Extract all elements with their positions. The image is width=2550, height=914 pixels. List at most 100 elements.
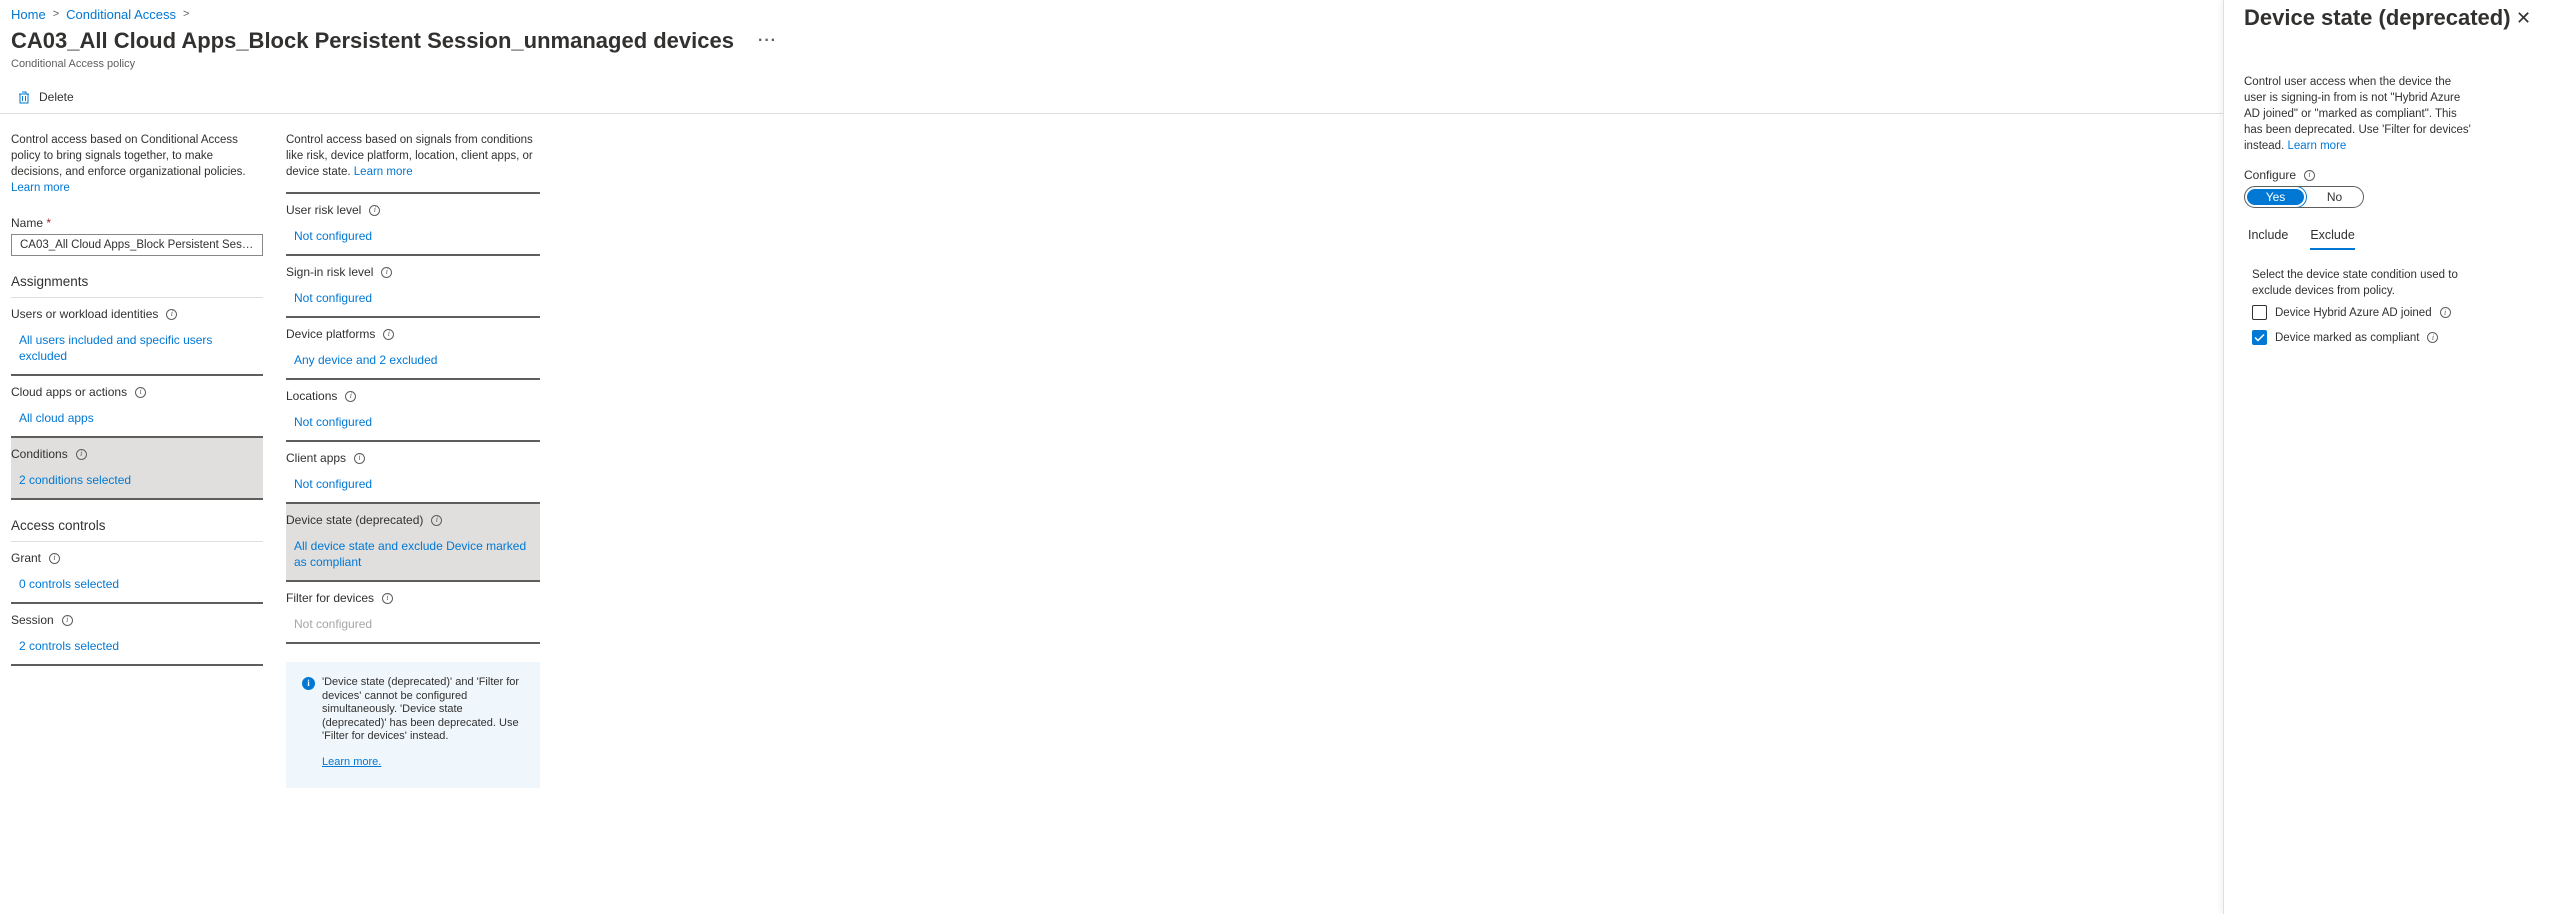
device-state-panel: Device state (deprecated) ✕ Control user… <box>2223 0 2550 914</box>
info-message: i 'Device state (deprecated)' and 'Filte… <box>286 662 540 788</box>
policy-intro: Control access based on Conditional Acce… <box>11 132 263 196</box>
info-icon[interactable]: i <box>49 552 61 564</box>
condition-user-risk[interactable]: User risk level i Not configured <box>286 194 540 256</box>
chevron-right-icon: > <box>182 8 190 20</box>
session-value-link[interactable]: 2 controls selected <box>11 638 263 654</box>
info-icon[interactable]: i <box>383 328 395 340</box>
client-apps-value-link[interactable]: Not configured <box>286 476 540 492</box>
info-icon[interactable]: i <box>135 386 147 398</box>
assignment-users[interactable]: Users or workload identities i All users … <box>11 298 263 376</box>
info-icon[interactable]: i <box>369 204 381 216</box>
exclude-description: Select the device state condition used t… <box>2252 269 2458 297</box>
toolbar: Delete <box>0 84 2223 114</box>
policy-name-input[interactable]: CA03_All Cloud Apps_Block Persistent Ses… <box>11 234 263 256</box>
info-circle-icon: i <box>302 677 315 690</box>
grant-label: Grant <box>11 551 42 565</box>
locations-label: Locations <box>286 389 338 403</box>
policy-intro-text: Control access based on Conditional Acce… <box>11 134 246 178</box>
device-state-value-link[interactable]: All device state and exclude Device mark… <box>286 538 540 570</box>
user-risk-label: User risk level <box>286 203 362 217</box>
info-icon[interactable]: i <box>2304 169 2316 181</box>
more-options-button[interactable]: ··· <box>758 32 777 50</box>
info-icon[interactable]: i <box>345 390 357 402</box>
checkbox-hybrid-joined-label: Device Hybrid Azure AD joined <box>2275 306 2432 319</box>
cloud-apps-label: Cloud apps or actions <box>11 385 128 399</box>
checkbox-hybrid-joined-row[interactable]: Device Hybrid Azure AD joined i <box>2252 305 2451 320</box>
chevron-right-icon: > <box>52 8 60 20</box>
checkbox-compliant[interactable] <box>2252 330 2267 345</box>
checkbox-compliant-row[interactable]: Device marked as compliant i <box>2252 330 2439 345</box>
required-marker: * <box>46 216 52 230</box>
info-icon[interactable]: i <box>354 452 366 464</box>
page-title: CA03_All Cloud Apps_Block Persistent Ses… <box>11 28 777 54</box>
close-icon[interactable]: ✕ <box>2516 8 2531 29</box>
panel-title: Device state (deprecated) <box>2244 5 2511 30</box>
users-value-link[interactable]: All users included and specific users ex… <box>11 332 263 364</box>
sign-in-risk-label: Sign-in risk level <box>286 265 374 279</box>
client-apps-label: Client apps <box>286 451 347 465</box>
info-message-text: 'Device state (deprecated)' and 'Filter … <box>322 676 520 742</box>
session-label: Session <box>11 613 54 627</box>
cloud-apps-value-link[interactable]: All cloud apps <box>11 410 263 426</box>
device-platforms-value-link[interactable]: Any device and 2 excluded <box>286 352 540 368</box>
toggle-no[interactable]: No <box>2306 187 2363 207</box>
page-subtitle: Conditional Access policy <box>11 58 136 70</box>
checkmark-icon <box>2254 333 2265 342</box>
conditions-value-link[interactable]: 2 conditions selected <box>11 472 263 488</box>
toggle-yes[interactable]: Yes <box>2245 187 2306 207</box>
conditions-column: Control access based on signals from con… <box>286 132 540 788</box>
configure-toggle[interactable]: Yes No <box>2244 186 2364 208</box>
filter-devices-label: Filter for devices <box>286 591 375 605</box>
tab-include[interactable]: Include <box>2248 228 2288 250</box>
locations-value-link[interactable]: Not configured <box>286 414 540 430</box>
condition-locations[interactable]: Locations i Not configured <box>286 380 540 442</box>
condition-client-apps[interactable]: Client apps i Not configured <box>286 442 540 504</box>
policy-learn-more-link[interactable]: Learn more <box>11 182 70 194</box>
breadcrumb-home[interactable]: Home <box>11 7 46 22</box>
info-icon[interactable]: i <box>61 614 73 626</box>
info-icon[interactable]: i <box>381 266 393 278</box>
info-icon[interactable]: i <box>166 308 178 320</box>
access-grant[interactable]: Grant i 0 controls selected <box>11 542 263 604</box>
info-icon[interactable]: i <box>431 514 443 526</box>
users-label: Users or workload identities <box>11 307 159 321</box>
conditions-label: Conditions <box>11 447 68 461</box>
conditions-learn-more-link[interactable]: Learn more <box>354 166 413 178</box>
device-state-label: Device state (deprecated) <box>286 513 424 527</box>
info-icon[interactable]: i <box>75 448 87 460</box>
conditions-intro: Control access based on signals from con… <box>286 132 540 180</box>
configure-label-text: Configure <box>2244 168 2297 182</box>
condition-sign-in-risk[interactable]: Sign-in risk level i Not configured <box>286 256 540 318</box>
info-icon[interactable]: i <box>2427 332 2439 343</box>
page-title-text: CA03_All Cloud Apps_Block Persistent Ses… <box>11 28 734 53</box>
name-label: Name * <box>11 216 263 230</box>
policy-column: Control access based on Conditional Acce… <box>11 132 263 666</box>
panel-learn-more-link[interactable]: Learn more <box>2287 140 2346 152</box>
access-session[interactable]: Session i 2 controls selected <box>11 604 263 666</box>
tab-exclude[interactable]: Exclude <box>2310 228 2355 250</box>
panel-description: Control user access when the device the … <box>2244 74 2474 154</box>
trash-icon <box>19 91 29 103</box>
delete-label: Delete <box>39 90 74 104</box>
grant-value-link[interactable]: 0 controls selected <box>11 576 263 592</box>
checkbox-hybrid-joined[interactable] <box>2252 305 2267 320</box>
condition-filter-devices[interactable]: Filter for devices i Not configured <box>286 582 540 644</box>
filter-devices-value: Not configured <box>294 617 373 631</box>
condition-device-platforms[interactable]: Device platforms i Any device and 2 exclu… <box>286 318 540 380</box>
sign-in-risk-value-link[interactable]: Not configured <box>286 290 540 306</box>
info-icon[interactable]: i <box>382 592 394 604</box>
assignment-cloud-apps[interactable]: Cloud apps or actions i All cloud apps <box>11 376 263 438</box>
include-exclude-tabs: Include Exclude <box>2248 228 2377 250</box>
device-platforms-label: Device platforms <box>286 327 376 341</box>
info-icon[interactable]: i <box>2439 307 2451 318</box>
user-risk-value-link[interactable]: Not configured <box>286 228 540 244</box>
breadcrumb: Home > Conditional Access > <box>11 5 196 23</box>
condition-device-state[interactable]: Device state (deprecated) i All device st… <box>286 504 540 582</box>
assignment-conditions[interactable]: Conditions i 2 conditions selected <box>11 438 263 500</box>
delete-button[interactable]: Delete <box>18 90 74 104</box>
name-label-text: Name <box>11 216 44 230</box>
checkbox-compliant-label: Device marked as compliant <box>2275 331 2420 344</box>
panel-description-text: Control user access when the device the … <box>2244 76 2471 152</box>
breadcrumb-conditional-access[interactable]: Conditional Access <box>66 7 176 22</box>
info-learn-more-link[interactable]: Learn more. <box>322 756 526 770</box>
